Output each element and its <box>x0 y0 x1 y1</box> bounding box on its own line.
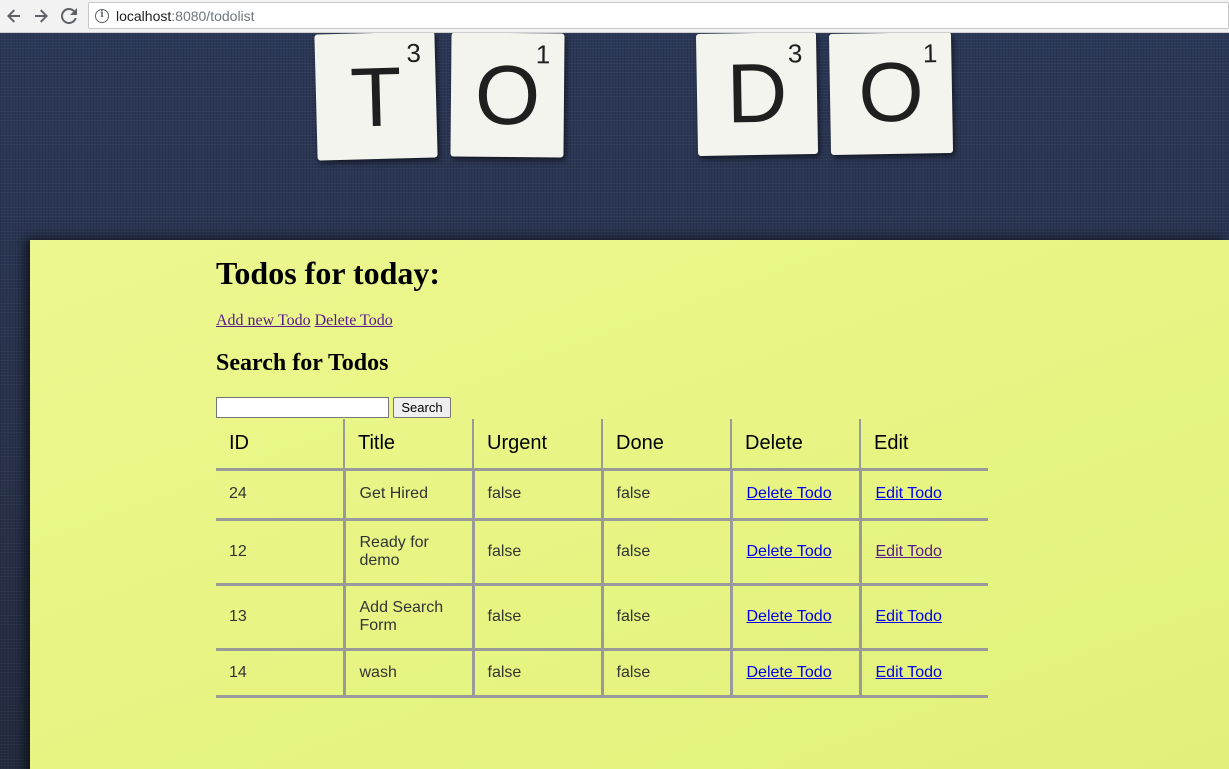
tile-score: 3 <box>787 38 803 69</box>
cell-done: false <box>600 649 731 698</box>
table-header-row: ID Title Urgent Done Delete Edit <box>216 419 988 471</box>
cell-urgent: false <box>471 469 602 521</box>
cell-delete: Delete Todo <box>729 649 860 698</box>
cell-delete: Delete Todo <box>729 469 860 521</box>
cell-urgent: false <box>471 519 602 586</box>
cell-edit: Edit Todo <box>858 584 988 651</box>
action-links: Add new Todo Delete Todo <box>216 312 393 330</box>
tile-score: 3 <box>406 37 422 69</box>
cell-edit: Edit Todo <box>858 649 988 698</box>
tile-score: 1 <box>922 38 938 69</box>
forward-arrow-icon[interactable] <box>30 5 52 27</box>
table-row: 14 wash false false Delete Todo Edit Tod… <box>216 649 988 698</box>
info-icon[interactable]: i <box>95 8 109 23</box>
page-title: Todos for today: <box>216 255 441 291</box>
search-input[interactable] <box>216 397 389 418</box>
cell-id: 12 <box>216 519 344 586</box>
edit-todo-row-link[interactable]: Edit Todo <box>876 485 942 502</box>
table-row: 13 Add Search Form false false Delete To… <box>216 584 988 651</box>
delete-todo-link[interactable]: Delete Todo <box>315 312 393 329</box>
delete-todo-row-link[interactable]: Delete Todo <box>747 664 832 681</box>
back-arrow-icon[interactable] <box>3 5 25 27</box>
cell-delete: Delete Todo <box>729 584 860 651</box>
delete-todo-row-link[interactable]: Delete Todo <box>747 485 832 502</box>
header-done: Done <box>601 419 731 471</box>
cell-id: 13 <box>216 584 344 651</box>
cell-done: false <box>600 519 731 586</box>
address-bar[interactable]: i localhost:8080/todolist <box>88 2 1229 29</box>
url-host: localhost <box>116 7 172 24</box>
cell-done: false <box>600 584 731 651</box>
cell-done: false <box>600 469 731 521</box>
scrabble-tile: O 1 <box>828 33 954 156</box>
cell-id: 24 <box>216 469 344 521</box>
scrabble-tile: T 3 <box>314 33 438 161</box>
delete-todo-row-link[interactable]: Delete Todo <box>747 608 832 625</box>
url-path: :8080/todolist <box>171 7 255 24</box>
cell-delete: Delete Todo <box>729 519 860 586</box>
search-heading: Search for Todos <box>216 350 389 376</box>
header-id: ID <box>216 419 344 471</box>
header-edit: Edit <box>859 419 988 471</box>
header-title: Title <box>343 419 473 471</box>
edit-todo-row-link[interactable]: Edit Todo <box>876 664 942 681</box>
header-delete: Delete <box>730 419 860 471</box>
todo-table: ID Title Urgent Done Delete Edit 24 Get … <box>216 419 988 698</box>
cell-edit: Edit Todo <box>858 469 988 521</box>
edit-todo-row-link[interactable]: Edit Todo <box>876 608 942 625</box>
browser-toolbar: i localhost:8080/todolist <box>0 0 1229 33</box>
tile-score: 1 <box>535 39 551 70</box>
search-button[interactable]: Search <box>393 397 451 418</box>
reload-icon[interactable] <box>58 5 80 27</box>
cell-edit: Edit Todo <box>858 519 988 586</box>
cell-urgent: false <box>471 584 602 651</box>
header-urgent: Urgent <box>472 419 602 471</box>
scrabble-tile: D 3 <box>695 33 819 157</box>
edit-todo-row-link[interactable]: Edit Todo <box>876 543 942 560</box>
cell-title: Get Hired <box>342 469 473 521</box>
cell-title: Add Search Form <box>342 584 473 651</box>
add-todo-link[interactable]: Add new Todo <box>216 312 311 329</box>
delete-todo-row-link[interactable]: Delete Todo <box>747 543 832 560</box>
cell-id: 14 <box>216 649 344 698</box>
scrabble-tile: O 1 <box>450 33 565 158</box>
cell-urgent: false <box>471 649 602 698</box>
cell-title: Ready for demo <box>342 519 473 586</box>
cell-title: wash <box>342 649 473 698</box>
table-row: 12 Ready for demo false false Delete Tod… <box>216 519 988 586</box>
table-row: 24 Get Hired false false Delete Todo Edi… <box>216 469 988 521</box>
